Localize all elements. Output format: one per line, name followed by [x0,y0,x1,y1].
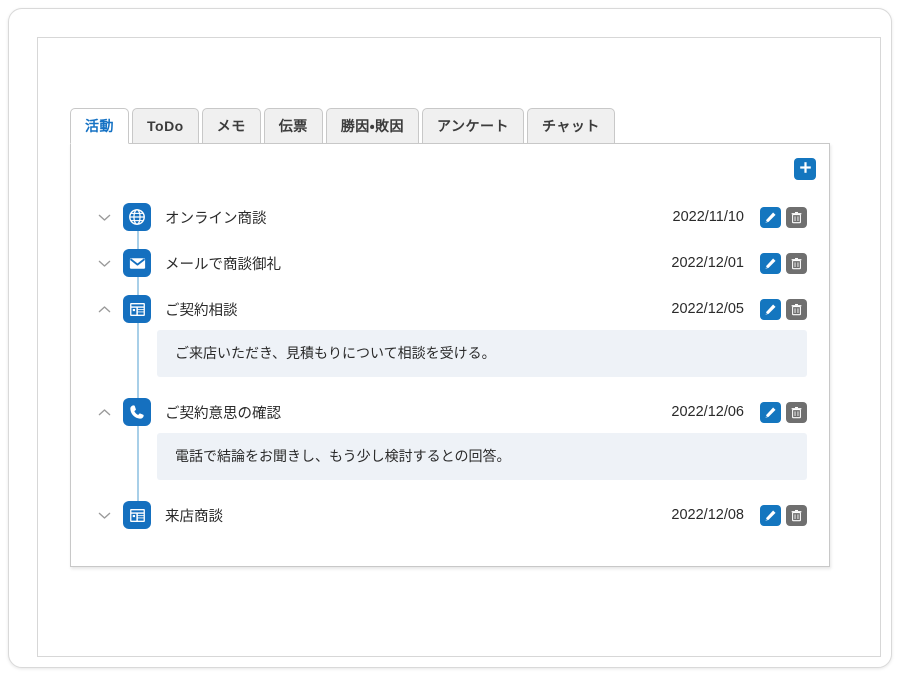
tab-4[interactable]: 伝票 [263,108,323,144]
activity-date: 2022/12/05 [671,301,744,317]
activity-detail-wrap: ご来店いただき、見積もりについて相談を受ける。 [71,330,829,377]
activity-item: オンライン商談 2022/11/10 [71,194,829,240]
delete-activity-button[interactable] [786,298,807,320]
activity-item: ご契約相談 2022/12/05 ご来店いただき、見積もりについて相談を受ける。 [71,286,829,377]
activity-title: メールで商談御礼 [165,256,281,273]
tab-3[interactable]: メモ [201,108,261,144]
activity-row: メールで商談御礼 2022/12/01 [71,240,829,286]
add-activity-button[interactable] [794,158,816,180]
plus-icon [799,161,812,177]
activity-date: 2022/12/08 [671,507,744,523]
activity-date: 2022/12/01 [671,255,744,271]
activity-detail-text: 電話で結論をお聞きし、もう少し検討するとの回答。 [157,433,807,480]
edit-activity-button[interactable] [760,504,781,526]
chevron-up-icon[interactable] [93,298,115,320]
delete-activity-button[interactable] [786,206,807,228]
activity-content-panel: オンライン商談 2022/11/10 メールで商談御礼 2022/12/01 ご契約相談… [70,143,830,567]
chevron-up-icon[interactable] [93,401,115,423]
tab-2[interactable]: ToDo [132,108,199,144]
tab-1[interactable]: 活動 [70,108,129,144]
chevron-down-icon[interactable] [93,504,115,526]
activity-date: 2022/11/10 [672,209,745,225]
tab-7[interactable]: チャット [526,108,615,144]
activity-date: 2022/12/06 [671,404,744,420]
activity-row: ご契約意思の確認 2022/12/06 [71,389,829,435]
tab-6[interactable]: アンケート [422,108,524,144]
activity-row: 来店商談 2022/12/08 [71,492,829,538]
activity-row: ご契約相談 2022/12/05 [71,286,829,332]
edit-activity-button[interactable] [760,206,781,228]
activity-title: 来店商談 [165,508,223,525]
activity-title: ご契約意思の確認 [165,405,281,422]
delete-activity-button[interactable] [786,401,807,423]
tab-5[interactable]: 勝因・敗因 [325,108,419,144]
edit-activity-button[interactable] [760,298,781,320]
delete-activity-button[interactable] [786,252,807,274]
store-icon [123,295,151,323]
activity-item: メールで商談御礼 2022/12/01 [71,240,829,286]
globe-icon [123,203,151,231]
delete-activity-button[interactable] [786,504,807,526]
phone-icon [123,398,151,426]
activity-list: オンライン商談 2022/11/10 メールで商談御礼 2022/12/01 ご契約相談… [71,194,829,538]
activity-item: ご契約意思の確認 2022/12/06 電話で結論をお聞きし、もう少し検討するとの回… [71,389,829,480]
store-icon [123,501,151,529]
tab-strip: 活動 ToDo メモ 伝票 勝因・敗因 アンケート チャット [70,108,618,144]
edit-activity-button[interactable] [760,252,781,274]
activity-item: 来店商談 2022/12/08 [71,492,829,538]
activity-detail-wrap: 電話で結論をお聞きし、もう少し検討するとの回答。 [71,433,829,480]
activity-title: オンライン商談 [165,210,267,227]
activity-title: ご契約相談 [165,302,238,319]
chevron-down-icon[interactable] [93,206,115,228]
activity-detail-text: ご来店いただき、見積もりについて相談を受ける。 [157,330,807,377]
edit-activity-button[interactable] [760,401,781,423]
chevron-down-icon[interactable] [93,252,115,274]
activity-row: オンライン商談 2022/11/10 [71,194,829,240]
envelope-icon [123,249,151,277]
